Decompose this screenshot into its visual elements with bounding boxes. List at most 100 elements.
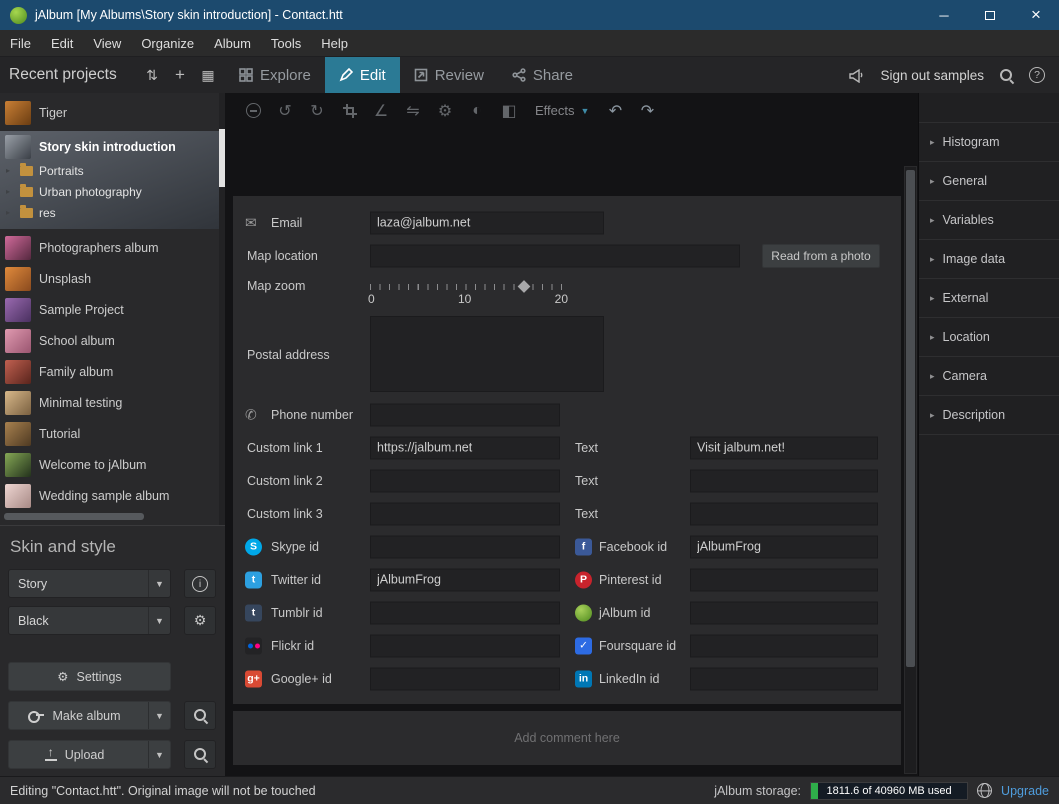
album-search-button[interactable] <box>184 701 216 730</box>
minimize-button[interactable]: ─ <box>921 0 967 30</box>
facebook-id-field[interactable] <box>690 535 878 558</box>
twitter-id-field[interactable] <box>370 568 560 591</box>
tree-item-res[interactable]: ▸ res <box>0 202 225 223</box>
style-select[interactable]: Black ▼ <box>8 606 171 635</box>
flickr-id-field[interactable] <box>370 634 560 657</box>
make-album-dropdown[interactable]: ▼ <box>148 702 170 729</box>
undo-button[interactable]: ↶ <box>599 101 631 121</box>
maximize-button[interactable] <box>967 0 1013 30</box>
project-item[interactable]: Unsplash <box>0 263 225 294</box>
project-item[interactable]: Photographers album <box>0 232 225 263</box>
app-window: jAlbum [My Albums\Story skin introductio… <box>0 0 1059 804</box>
section-image-data[interactable]: ▸ Image data <box>919 239 1059 278</box>
email-field[interactable] <box>370 211 604 234</box>
custom-link-1-text-field[interactable] <box>690 436 878 459</box>
upgrade-link[interactable]: Upgrade <box>1001 784 1049 798</box>
rotate-left-button[interactable]: ↺ <box>269 101 301 121</box>
tree-item-portraits[interactable]: ▸ Portraits <box>0 160 225 181</box>
project-item-story-skin-introduction[interactable]: Story skin introduction ▸ Portraits ▸ Ur… <box>0 131 225 229</box>
adjustments-button[interactable]: ⚙ <box>429 101 461 121</box>
project-item-tiger[interactable]: Tiger <box>0 97 225 128</box>
project-item[interactable]: School album <box>0 325 225 356</box>
expander-icon[interactable]: ▸ <box>6 166 14 175</box>
tumblr-id-field[interactable] <box>370 601 560 624</box>
contrast-button[interactable]: ◐ <box>461 102 493 120</box>
tab-review[interactable]: Review <box>400 57 498 93</box>
map-zoom-handle[interactable] <box>517 280 530 293</box>
postal-address-field[interactable] <box>370 316 604 392</box>
phone-number-field[interactable] <box>370 403 560 426</box>
help-icon[interactable]: ? <box>1029 67 1045 83</box>
rotate-right-button[interactable]: ↻ <box>301 101 333 121</box>
foursquare-id-field[interactable] <box>690 634 878 657</box>
sort-projects-button[interactable]: ⇅ <box>143 66 161 84</box>
editor-scrollbar[interactable] <box>904 166 917 774</box>
project-item[interactable]: Sample Project <box>0 294 225 325</box>
menu-tools[interactable]: Tools <box>261 30 311 56</box>
custom-link-3-text-field[interactable] <box>690 502 878 525</box>
settings-button[interactable]: ⚙ Settings <box>8 662 171 691</box>
close-button[interactable]: × <box>1013 0 1059 30</box>
expander-icon[interactable]: ▸ <box>6 187 14 196</box>
menu-help[interactable]: Help <box>311 30 358 56</box>
globe-icon[interactable] <box>977 783 992 798</box>
levels-button[interactable]: ◧ <box>493 101 525 121</box>
expander-icon[interactable]: ▸ <box>6 208 14 217</box>
grid-view-button[interactable]: ▦ <box>199 66 217 84</box>
tab-edit[interactable]: Edit <box>325 57 400 93</box>
menu-view[interactable]: View <box>83 30 131 56</box>
menu-edit[interactable]: Edit <box>41 30 83 56</box>
preview-album-button[interactable] <box>184 740 216 769</box>
crop-button[interactable] <box>333 104 365 117</box>
skype-id-field[interactable] <box>370 535 560 558</box>
section-general[interactable]: ▸ General <box>919 161 1059 200</box>
effects-button[interactable]: Effects ▼ <box>525 103 599 118</box>
announcements-icon[interactable] <box>848 68 865 83</box>
project-item[interactable]: Minimal testing <box>0 387 225 418</box>
skype-icon: S <box>245 538 262 555</box>
section-variables[interactable]: ▸ Variables <box>919 200 1059 239</box>
googleplus-id-field[interactable] <box>370 667 560 690</box>
editor-scrollbar-thumb[interactable] <box>906 170 915 667</box>
add-project-button[interactable]: + <box>171 66 189 84</box>
section-external[interactable]: ▸ External <box>919 278 1059 317</box>
search-icon[interactable] <box>999 68 1014 83</box>
redo-button[interactable]: ↷ <box>631 101 663 121</box>
upload-button[interactable]: ↑ Upload ▼ <box>8 740 171 769</box>
flip-button[interactable]: ⇋ <box>397 101 429 121</box>
tab-share[interactable]: Share <box>498 57 587 93</box>
style-settings-button[interactable]: ⚙ <box>184 606 216 635</box>
custom-link-2-text-field[interactable] <box>690 469 878 492</box>
menu-album[interactable]: Album <box>204 30 261 56</box>
custom-link-2-url-field[interactable] <box>370 469 560 492</box>
linkedin-id-field[interactable] <box>690 667 878 690</box>
jalbum-id-field[interactable] <box>690 601 878 624</box>
map-location-field[interactable] <box>370 244 740 267</box>
make-album-button[interactable]: Make album ▼ <box>8 701 171 730</box>
tree-item-urban-photography[interactable]: ▸ Urban photography <box>0 181 225 202</box>
section-description[interactable]: ▸ Description <box>919 395 1059 434</box>
custom-link-1-url-field[interactable] <box>370 436 560 459</box>
map-zoom-slider[interactable]: 0 10 20 <box>370 277 562 309</box>
zoom-out-button[interactable] <box>237 103 269 118</box>
upload-dropdown[interactable]: ▼ <box>148 741 170 768</box>
section-histogram[interactable]: ▸ Histogram <box>919 122 1059 161</box>
straighten-button[interactable]: ∠ <box>365 101 397 121</box>
tab-explore[interactable]: Explore <box>225 57 325 93</box>
section-location[interactable]: ▸ Location <box>919 317 1059 356</box>
projects-hscrollbar-thumb[interactable] <box>4 513 144 520</box>
menu-file[interactable]: File <box>0 30 41 56</box>
project-item[interactable]: Tutorial <box>0 418 225 449</box>
read-from-photo-button[interactable]: Read from a photo <box>762 244 880 268</box>
project-item[interactable]: Welcome to jAlbum <box>0 449 225 480</box>
menu-organize[interactable]: Organize <box>131 30 204 56</box>
project-item[interactable]: Wedding sample album <box>0 480 225 511</box>
comment-input[interactable]: Add comment here <box>233 711 901 765</box>
pinterest-id-field[interactable] <box>690 568 878 591</box>
custom-link-3-url-field[interactable] <box>370 502 560 525</box>
section-camera[interactable]: ▸ Camera <box>919 356 1059 395</box>
sign-out-link[interactable]: Sign out samples <box>880 68 984 83</box>
skin-info-button[interactable]: i <box>184 569 216 598</box>
project-item[interactable]: Family album <box>0 356 225 387</box>
skin-select[interactable]: Story ▼ <box>8 569 171 598</box>
